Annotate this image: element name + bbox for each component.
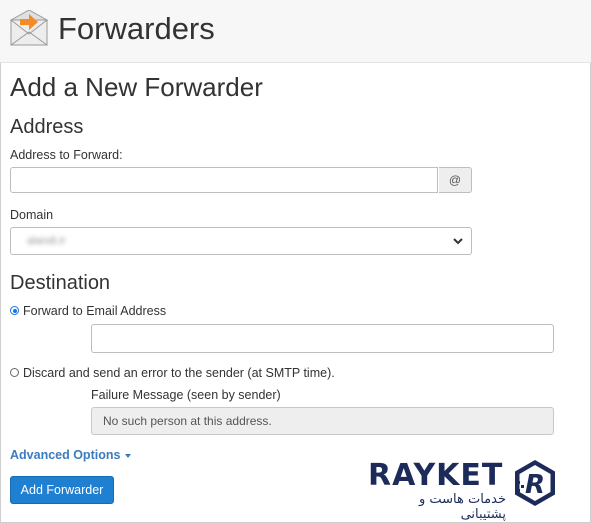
- failure-message-label: Failure Message (seen by sender): [91, 388, 281, 402]
- page-title: Forwarders: [58, 11, 215, 46]
- form-heading: Add a New Forwarder: [10, 72, 263, 102]
- domain-value: alandi.ir: [27, 235, 66, 247]
- at-sign-addon: @: [439, 167, 472, 193]
- destination-section-heading: Destination: [10, 272, 111, 294]
- advanced-options-label: Advanced Options: [10, 448, 121, 462]
- forward-radio[interactable]: [10, 306, 19, 315]
- page-header: Forwarders: [0, 0, 591, 63]
- failure-message-input: No such person at this address.: [91, 407, 554, 435]
- address-section-heading: Address: [10, 116, 84, 138]
- domain-select[interactable]: alandi.ir: [10, 227, 472, 255]
- brand-watermark: RAYKET خدمات هاست و پشتیبانی R: [368, 458, 563, 522]
- brand-name: RAYKET: [368, 458, 504, 493]
- discard-radio[interactable]: [10, 368, 19, 377]
- discard-option-label: Discard and send an error to the sender …: [23, 366, 335, 380]
- advanced-options-link[interactable]: Advanced Options: [10, 448, 132, 462]
- forward-email-input[interactable]: [91, 324, 554, 353]
- address-label: Address to Forward:: [10, 148, 123, 162]
- envelope-forward-icon: [10, 10, 48, 46]
- forward-option-label: Forward to Email Address: [23, 304, 167, 318]
- address-input[interactable]: [10, 167, 438, 193]
- svg-text:R: R: [525, 470, 545, 500]
- caret-down-icon: [125, 453, 132, 458]
- domain-label: Domain: [10, 208, 54, 222]
- chevron-down-icon: [453, 238, 463, 245]
- brand-logo: R: [515, 460, 555, 506]
- brand-tagline: خدمات هاست و پشتیبانی: [418, 492, 506, 522]
- add-forwarder-button[interactable]: Add Forwarder: [10, 476, 114, 504]
